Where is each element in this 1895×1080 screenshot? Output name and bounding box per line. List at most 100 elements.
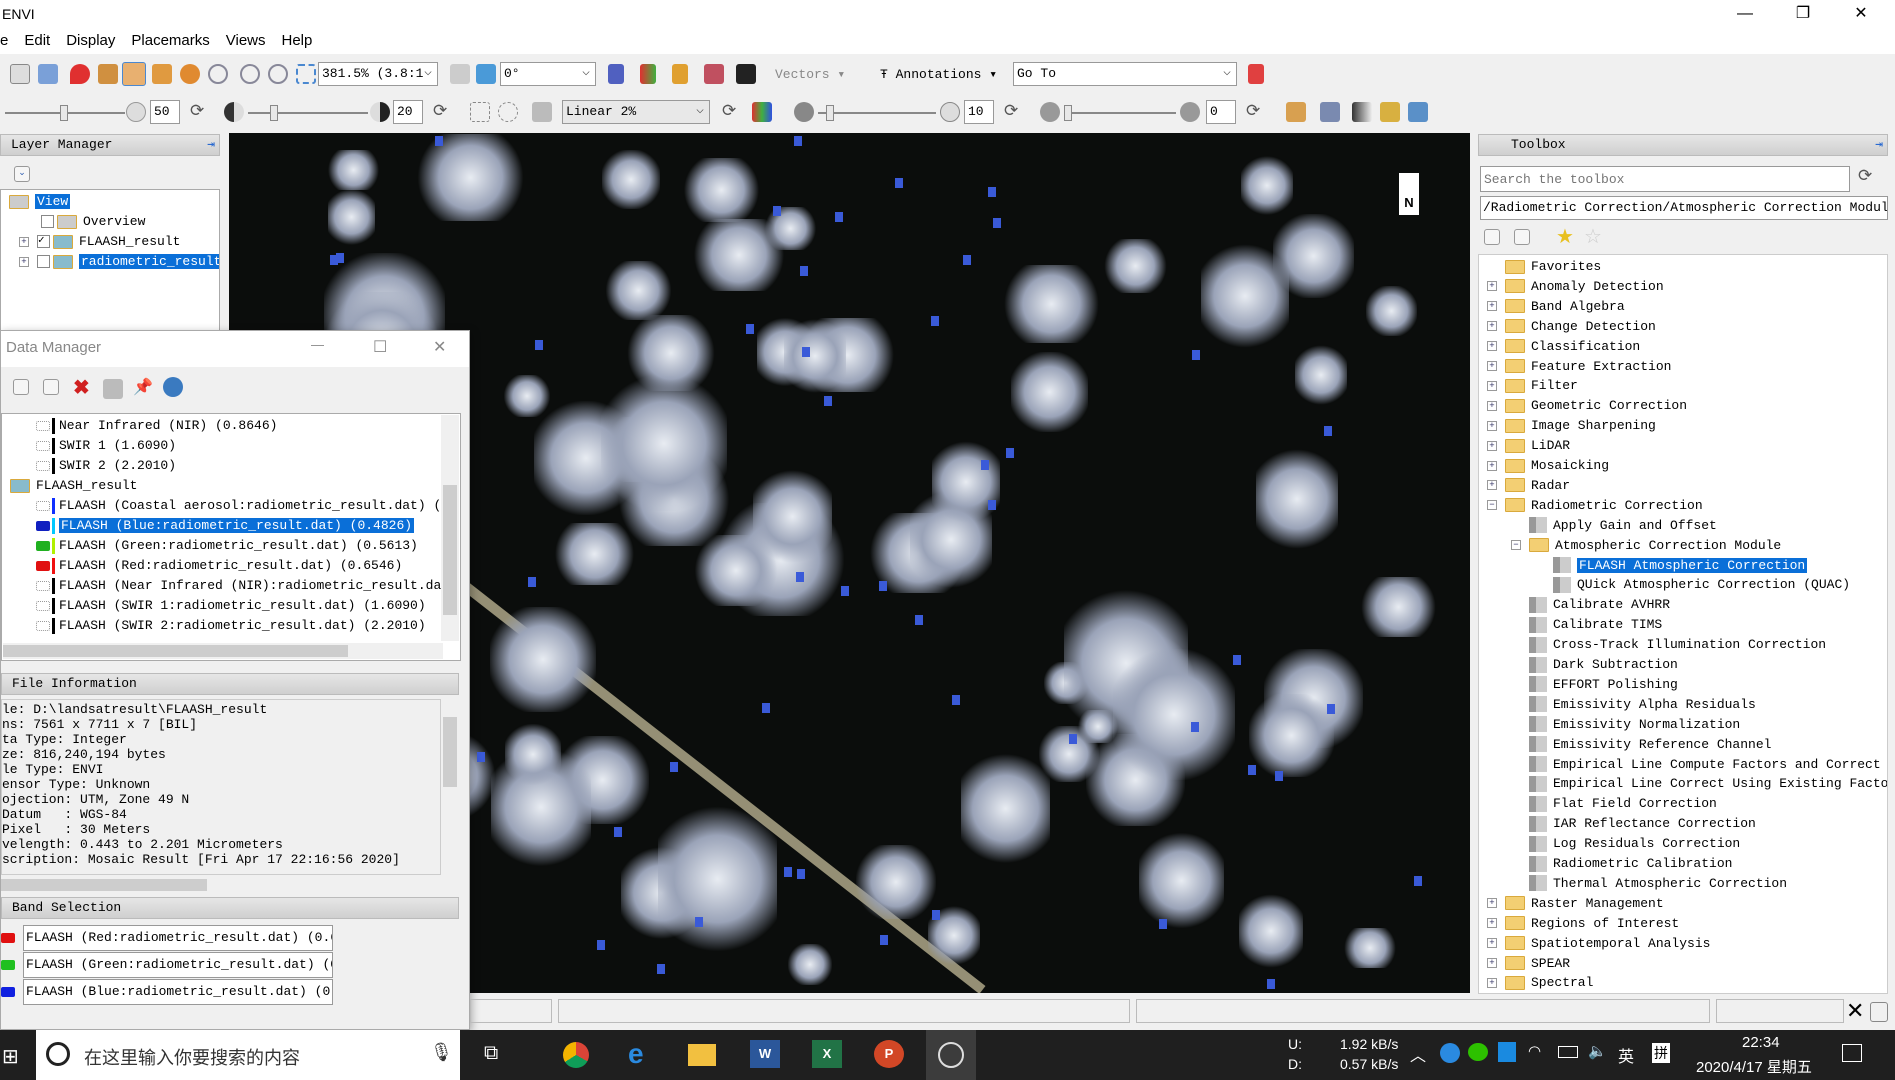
- expand-icon[interactable]: +: [1487, 977, 1497, 988]
- settings-badge-icon[interactable]: [1248, 64, 1264, 84]
- expand-icon[interactable]: +: [1487, 341, 1497, 352]
- dm-maximize-button[interactable]: ☐: [373, 337, 387, 357]
- close-button[interactable]: ✕: [1838, 2, 1884, 26]
- spectral-profile-icon[interactable]: [640, 64, 656, 84]
- expand-icon[interactable]: +: [1487, 301, 1497, 312]
- layer-item[interactable]: + ✓ FLAASH_result: [19, 232, 180, 252]
- band-selection-color-icon[interactable]: [1, 933, 15, 943]
- zoom-dropdown[interactable]: 381.5% (3.8:1: [318, 61, 438, 86]
- move-down-button[interactable]: ⌄: [14, 166, 30, 182]
- clock-time[interactable]: 22:34: [1742, 1034, 1780, 1051]
- contrast-field[interactable]: 20: [393, 100, 423, 124]
- sharpen-field[interactable]: 10: [964, 100, 994, 124]
- layer-checkbox[interactable]: [41, 215, 54, 229]
- contrast-slider[interactable]: [248, 105, 368, 121]
- tray-app-icon[interactable]: [1440, 1043, 1460, 1063]
- toolbox-tool[interactable]: Radiometric Calibration: [1511, 854, 1732, 874]
- move-up-button[interactable]: [13, 379, 29, 395]
- band-selection-field[interactable]: FLAASH (Blue:radiometric_result.dat) (0.…: [23, 979, 333, 1005]
- toolbox-folder[interactable]: − Atmospheric Correction Module: [1511, 536, 1781, 556]
- toolbox-folder[interactable]: + Change Detection: [1487, 317, 1656, 337]
- menu-help[interactable]: Help: [274, 28, 321, 54]
- toolbox-folder[interactable]: + Filter: [1487, 376, 1578, 396]
- toolbox-folder[interactable]: + Raster Management: [1487, 894, 1664, 914]
- dm-minimize-button[interactable]: —: [311, 337, 324, 352]
- band-item[interactable]: FLAASH (SWIR 1:radiometric_result.dat) (…: [36, 596, 426, 616]
- zoom-full-icon[interactable]: [296, 64, 316, 84]
- select-arrow-icon[interactable]: [98, 64, 118, 84]
- transparency-field[interactable]: 0: [1206, 100, 1236, 124]
- toolbox-folder[interactable]: + Spatiotemporal Analysis: [1487, 934, 1710, 954]
- collapse-up-button[interactable]: [1484, 229, 1500, 245]
- data-tree-hscroll[interactable]: [3, 643, 443, 659]
- chip-view-icon[interactable]: [1380, 102, 1400, 122]
- expand-icon[interactable]: +: [1487, 400, 1497, 411]
- toolbox-folder[interactable]: + Spectral: [1487, 973, 1593, 993]
- add-favorite-icon[interactable]: ★: [1556, 224, 1574, 249]
- taskbar-search[interactable]: 在这里输入你要搜索的内容 🎙: [36, 1030, 460, 1080]
- minimize-button[interactable]: —: [1722, 2, 1768, 26]
- expand-icon[interactable]: +: [1487, 898, 1497, 909]
- toolbox-tool[interactable]: Emissivity Reference Channel: [1511, 735, 1771, 755]
- close-all-icon[interactable]: [103, 379, 123, 399]
- edge-icon[interactable]: e: [628, 1038, 644, 1070]
- toolbox-tool[interactable]: Log Residuals Correction: [1511, 834, 1740, 854]
- clipboard-icon[interactable]: [10, 64, 30, 84]
- word-icon[interactable]: W: [750, 1040, 780, 1068]
- brightness-field[interactable]: 50: [150, 100, 180, 124]
- reset-brightness-icon[interactable]: ⟳: [190, 101, 204, 121]
- toolbox-folder[interactable]: + Image Sharpening: [1487, 416, 1656, 436]
- toolbox-folder[interactable]: + Radar: [1487, 476, 1570, 496]
- band-selection-field[interactable]: FLAASH (Red:radiometric_result.dat) (0.6…: [23, 925, 333, 951]
- reset-stretch-icon[interactable]: ⟳: [722, 101, 736, 121]
- toolbox-tool[interactable]: Calibrate AVHRR: [1511, 595, 1670, 615]
- toolbox-folder[interactable]: + Geometric Correction: [1487, 396, 1687, 416]
- expand-icon[interactable]: +: [1487, 420, 1497, 431]
- expand-icon[interactable]: +: [1487, 480, 1497, 491]
- rotate-up-icon[interactable]: [450, 64, 470, 84]
- toolbox-folder[interactable]: + Anomaly Detection: [1487, 277, 1664, 297]
- toolbox-tool[interactable]: EFFORT Polishing: [1511, 675, 1678, 695]
- toolbox-tool[interactable]: Emissivity Normalization: [1511, 715, 1740, 735]
- expand-icon[interactable]: −: [1511, 540, 1521, 551]
- volume-icon[interactable]: 🔈: [1588, 1042, 1607, 1060]
- measure-icon[interactable]: [1286, 102, 1306, 122]
- battery-icon[interactable]: [1558, 1046, 1578, 1058]
- toolbox-tool[interactable]: QUick Atmospheric Correction (QUAC): [1535, 575, 1850, 595]
- zoom-out-icon[interactable]: [268, 64, 288, 84]
- dock-icon[interactable]: ⇥: [1875, 135, 1883, 155]
- ime-language[interactable]: 英: [1618, 1043, 1634, 1067]
- task-view-icon[interactable]: ⧉: [484, 1042, 498, 1065]
- envi-taskbar-button[interactable]: [926, 1030, 976, 1080]
- layer-item[interactable]: + radiometric_result.: [19, 252, 219, 272]
- profile-icon[interactable]: [672, 64, 688, 84]
- excel-icon[interactable]: X: [812, 1040, 842, 1068]
- layer-checkbox[interactable]: ✓: [37, 235, 50, 249]
- expand-icon[interactable]: +: [1487, 958, 1497, 969]
- stretch-dropdown[interactable]: Linear 2%: [562, 99, 710, 124]
- band-item[interactable]: FLAASH (SWIR 2:radiometric_result.dat) (…: [36, 616, 426, 636]
- ime-mode[interactable]: 拼: [1652, 1043, 1670, 1063]
- file-item[interactable]: FLAASH_result: [10, 476, 137, 496]
- toolbox-tool[interactable]: Empirical Line Compute Factors and Corre…: [1511, 755, 1881, 775]
- zoom-in-icon[interactable]: [240, 64, 260, 84]
- layer-item[interactable]: Overview: [41, 212, 145, 232]
- expand-icon[interactable]: +: [1487, 361, 1497, 372]
- band-item[interactable]: FLAASH (Coastal aerosol:radiometric_resu…: [36, 496, 457, 516]
- fly-icon[interactable]: [152, 64, 172, 84]
- close-file-icon[interactable]: ✖: [73, 375, 90, 400]
- toolbox-folder[interactable]: + SPEAR: [1487, 954, 1570, 974]
- toolbox-folder[interactable]: + Regions of Interest: [1487, 914, 1679, 934]
- vectors-menu[interactable]: Vectors ▾: [775, 67, 845, 82]
- sharpen-slider[interactable]: [818, 105, 936, 121]
- dm-close-button[interactable]: ✕: [433, 337, 446, 357]
- menu-file[interactable]: e: [0, 28, 16, 54]
- pixel-value-icon[interactable]: [736, 64, 756, 84]
- layer-item[interactable]: View: [9, 192, 71, 212]
- band-item[interactable]: FLAASH (Green:radiometric_result.dat) (0…: [36, 536, 418, 556]
- clock-date[interactable]: 2020/4/17 星期五: [1696, 1056, 1812, 1077]
- menu-placemarks[interactable]: Placemarks: [123, 28, 217, 54]
- toolbox-folder[interactable]: + Feature Extraction: [1487, 357, 1671, 377]
- open-file-icon[interactable]: [163, 377, 183, 397]
- vector-tool-icon[interactable]: [608, 64, 624, 84]
